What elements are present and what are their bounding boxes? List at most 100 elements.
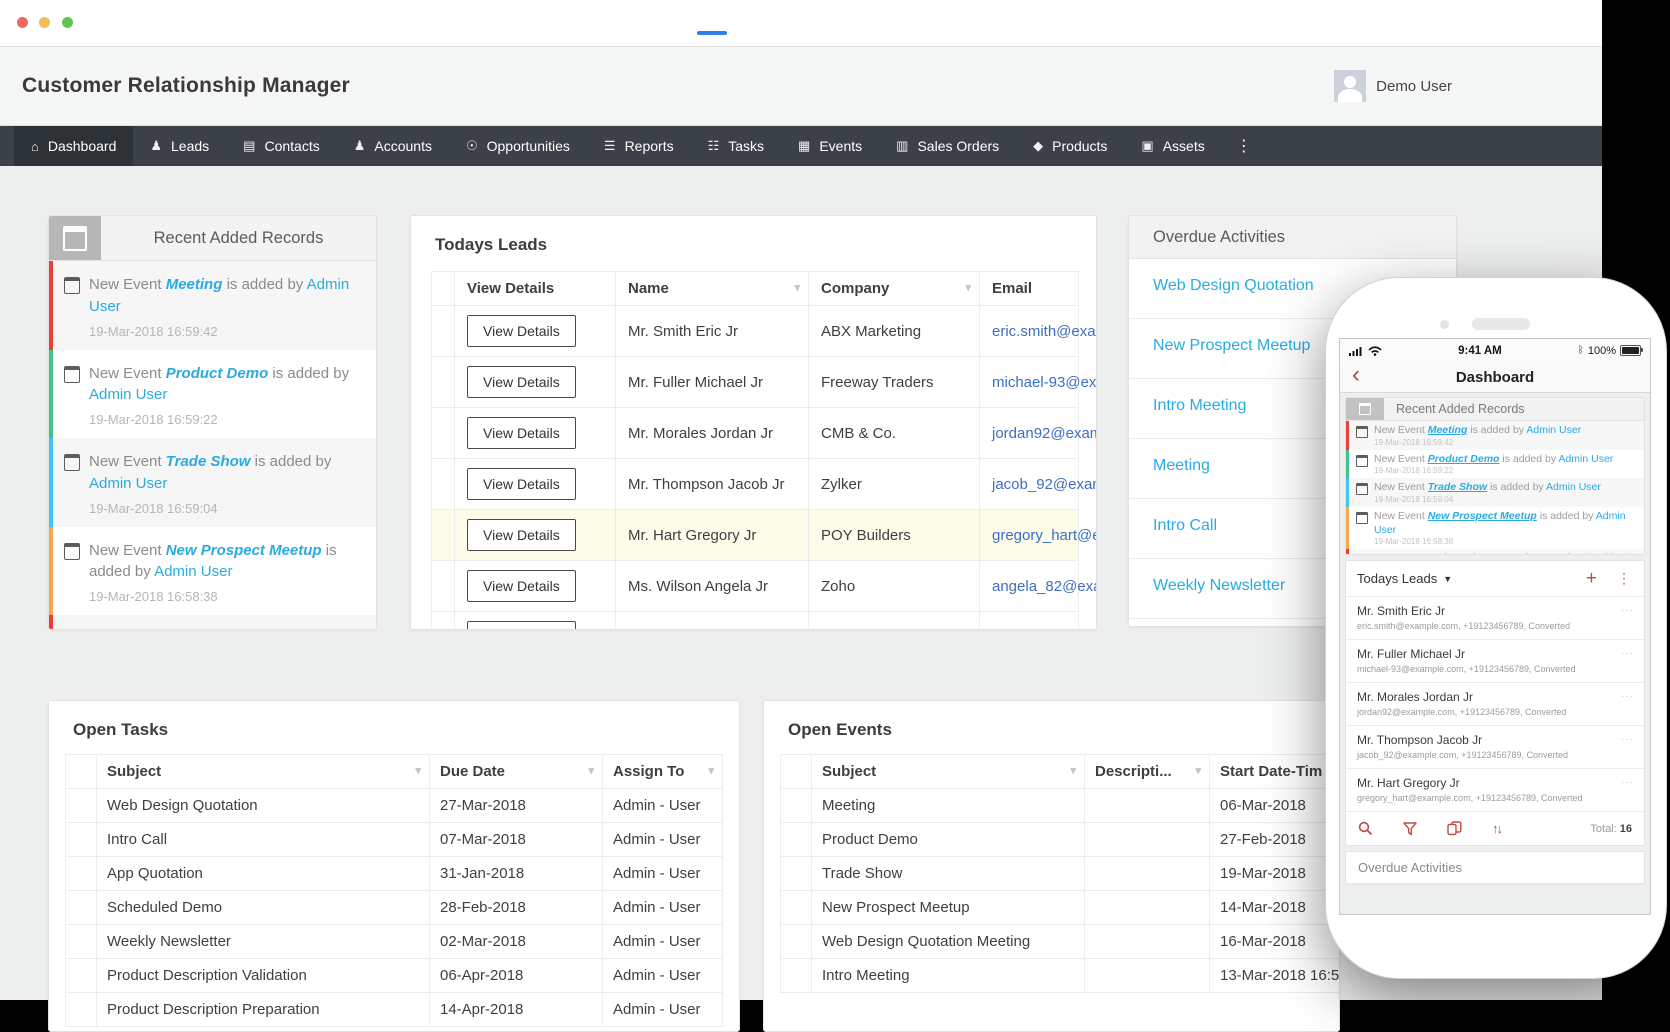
task-assignee: Admin - User: [603, 789, 723, 823]
sort-caret-icon[interactable]: ▾: [794, 281, 800, 294]
nav-item-label: Sales Orders: [917, 138, 999, 154]
row-more-icon[interactable]: ···: [1621, 734, 1634, 745]
column-header-view-details[interactable]: View Details: [455, 272, 616, 306]
record-timestamp: 19-Mar-2018 16:59:42: [1374, 438, 1638, 447]
lines-icon: ☰: [604, 138, 616, 154]
column-header-email[interactable]: Email: [980, 272, 1079, 306]
nav-item-tasks[interactable]: ☷ Tasks: [691, 126, 781, 166]
phone-lead-row[interactable]: Mr. Thompson Jacob Jr jacob_92@example.c…: [1346, 725, 1644, 768]
event-subject: Intro Meeting: [812, 959, 1085, 993]
view-details-button[interactable]: View Details: [467, 570, 576, 602]
view-details-button[interactable]: View Details: [467, 519, 576, 551]
lead-email-link[interactable]: jacob_92@example.com: [992, 476, 1097, 493]
calendar-icon: [1346, 398, 1384, 420]
lead-email-link[interactable]: eric.smith@example.com: [992, 323, 1097, 340]
phone-lead-row[interactable]: Mr. Fuller Michael Jr michael-93@example…: [1346, 639, 1644, 682]
column-header-start-date[interactable]: Start Date-Tim: [1210, 755, 1341, 789]
sort-caret-icon[interactable]: ▾: [708, 764, 714, 777]
back-chevron-icon[interactable]: ‹: [1352, 360, 1360, 390]
column-header-subject[interactable]: Subject▾: [812, 755, 1085, 789]
user-menu[interactable]: Demo User: [1334, 70, 1452, 102]
sort-caret-icon[interactable]: ▾: [1195, 764, 1201, 777]
record-event-link[interactable]: Trade Show: [1428, 481, 1487, 493]
row-more-icon[interactable]: ···: [1621, 605, 1634, 616]
nav-item-dashboard[interactable]: ⌂ Dashboard: [14, 126, 133, 166]
nav-item-leads[interactable]: ♟ Leads: [133, 126, 226, 166]
task-due-date: 02-Mar-2018: [430, 925, 603, 959]
record-author-link[interactable]: Admin User: [89, 475, 167, 492]
dropdown-caret-icon[interactable]: ▼: [1443, 574, 1452, 584]
view-details-button[interactable]: View Details: [467, 621, 576, 630]
duplicate-icon[interactable]: [1447, 821, 1462, 836]
lead-email-link[interactable]: gregory_hart@example.com: [992, 527, 1097, 544]
nav-item-assets[interactable]: ▣ Assets: [1124, 126, 1221, 166]
event-row: Meeting 06-Mar-2018: [781, 789, 1341, 823]
phone-content: Recent Added Records New Event Meeting i…: [1340, 393, 1650, 914]
bluetooth-icon: ᛒ: [1578, 345, 1584, 356]
record-event-link[interactable]: Web Design Quotation Meeting: [1428, 552, 1583, 554]
zoom-window-button[interactable]: [62, 17, 73, 28]
row-more-icon[interactable]: ···: [1621, 648, 1634, 659]
nav-item-events[interactable]: ▦ Events: [781, 126, 879, 166]
nav-item-products[interactable]: ◆ Products: [1016, 126, 1124, 166]
view-details-button[interactable]: View Details: [467, 417, 576, 449]
add-lead-icon[interactable]: +: [1586, 572, 1597, 586]
nav-more-icon[interactable]: ⋮: [1222, 126, 1266, 166]
filter-icon[interactable]: [1403, 822, 1417, 836]
record-event-link[interactable]: Meeting: [166, 276, 223, 293]
sort-caret-icon[interactable]: ▾: [1070, 764, 1076, 777]
row-more-icon[interactable]: ···: [1621, 691, 1634, 702]
lead-email-link[interactable]: jordan92@example.com: [992, 425, 1097, 442]
record-event-link[interactable]: Product Demo: [1428, 453, 1500, 465]
view-details-button[interactable]: View Details: [467, 468, 576, 500]
sort-caret-icon[interactable]: ▾: [415, 764, 421, 777]
sort-caret-icon[interactable]: ▾: [588, 764, 594, 777]
column-header-subject[interactable]: Subject▾: [97, 755, 430, 789]
view-details-button[interactable]: View Details: [467, 315, 576, 347]
record-author-link[interactable]: Admin User: [1546, 481, 1601, 493]
column-header-company[interactable]: Company▾: [809, 272, 980, 306]
column-header-due-date[interactable]: Due Date▾: [430, 755, 603, 789]
column-header-description[interactable]: Descripti...▾: [1085, 755, 1210, 789]
lead-email-link[interactable]: michael-93@example.com: [992, 374, 1097, 391]
app-header: Customer Relationship Manager Demo User: [0, 47, 1602, 126]
lead-detail: jacob_92@example.com, +19123456789, Conv…: [1357, 750, 1633, 760]
recent-record-item: New Event Meeting is added by Admin User…: [49, 261, 376, 350]
recent-record-item: New Event Trade Show is added by Admin U…: [49, 438, 376, 527]
record-author-link[interactable]: Admin User: [89, 386, 167, 403]
nav-item-reports[interactable]: ☰ Reports: [587, 126, 691, 166]
column-header-assign-to[interactable]: Assign To▾: [603, 755, 723, 789]
sort-caret-icon[interactable]: ▾: [965, 281, 971, 294]
nav-item-accounts[interactable]: ♟ Accounts: [337, 126, 449, 166]
minimize-window-button[interactable]: [39, 17, 50, 28]
record-event-link[interactable]: New Prospect Meetup: [166, 542, 322, 559]
record-event-link[interactable]: Product Demo: [166, 365, 269, 382]
column-header-name[interactable]: Name▾: [616, 272, 809, 306]
close-window-button[interactable]: [17, 17, 28, 28]
search-icon[interactable]: [1358, 821, 1373, 836]
record-author-link[interactable]: Admin User: [1558, 453, 1613, 465]
kebab-menu-icon[interactable]: ⋮: [1617, 570, 1631, 587]
lead-name: Mr. Thompson Jacob Jr: [616, 459, 809, 510]
phone-lead-row[interactable]: Mr. Smith Eric Jr eric.smith@example.com…: [1346, 596, 1644, 639]
record-author-link[interactable]: Admin User: [1526, 424, 1581, 436]
phone-lead-row[interactable]: Mr. Morales Jordan Jr jordan92@example.c…: [1346, 682, 1644, 725]
phone-lead-row[interactable]: Mr. Hart Gregory Jr gregory_hart@example…: [1346, 768, 1644, 811]
checkbox-column-header: [432, 272, 455, 306]
phone-leads-title[interactable]: Todays Leads: [1357, 571, 1437, 586]
phone-recent-record-item: New Event Web Design Quotation Meeting i…: [1346, 549, 1644, 554]
record-event-link[interactable]: New Prospect Meetup: [1428, 510, 1537, 522]
nav-item-contacts[interactable]: ▤ Contacts: [226, 126, 337, 166]
record-event-link[interactable]: Meeting: [1428, 424, 1468, 436]
nav-item-opportunities[interactable]: ☉ Opportunities: [449, 126, 587, 166]
recent-records-header: Recent Added Records: [49, 216, 376, 261]
view-details-button[interactable]: View Details: [467, 366, 576, 398]
lead-email-link[interactable]: haroldbell@example.com: [992, 629, 1097, 631]
nav-item-sales-orders[interactable]: ▥ Sales Orders: [879, 126, 1016, 166]
sort-icon[interactable]: ↑↓: [1492, 821, 1501, 836]
task-subject: Weekly Newsletter: [97, 925, 430, 959]
row-more-icon[interactable]: ···: [1621, 777, 1634, 788]
record-author-link[interactable]: Admin User: [154, 563, 232, 580]
record-event-link[interactable]: Trade Show: [166, 453, 251, 470]
lead-email-link[interactable]: angela_82@example.com: [992, 578, 1097, 595]
